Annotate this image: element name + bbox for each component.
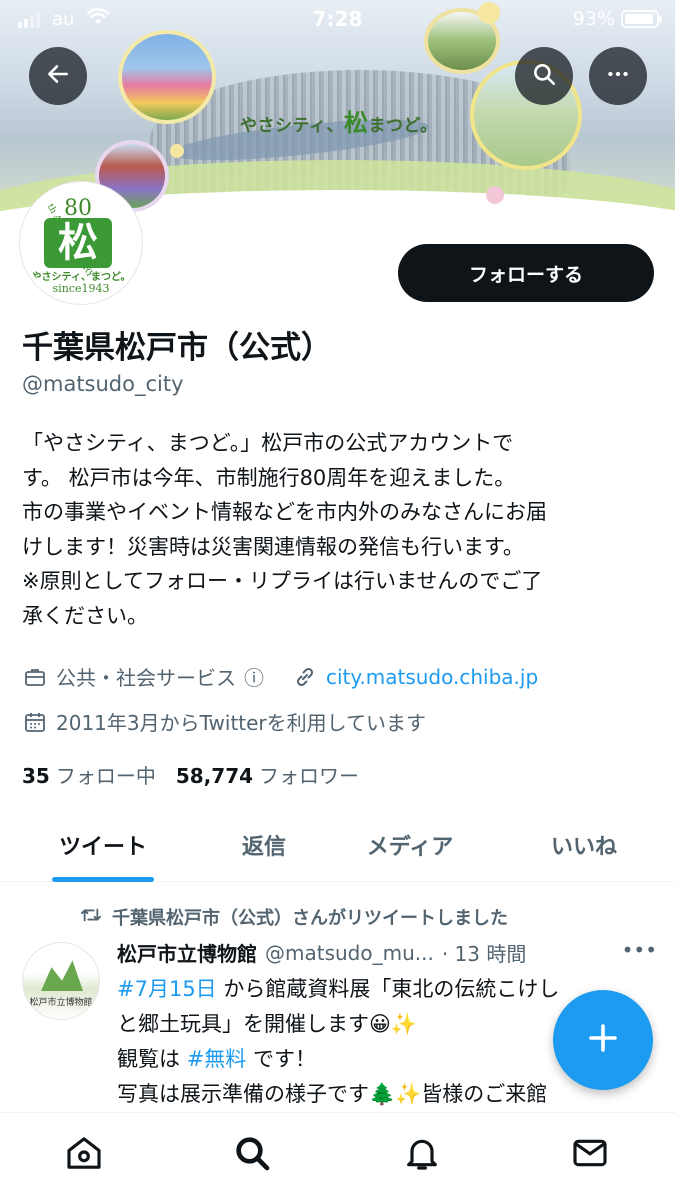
more-horizontal-icon [605, 61, 631, 91]
nav-messages[interactable] [568, 1133, 612, 1177]
bottom-navigation [0, 1112, 675, 1200]
tweet-time[interactable]: · 13 時間 [442, 938, 527, 967]
tweet-avatar-label: 松戸市立博物館 [29, 998, 93, 1008]
avatar-pine-kanji: 松 [44, 218, 112, 268]
banner-slogan-kanji: 松 [343, 109, 369, 137]
search-icon [232, 1133, 272, 1177]
banner-slogan-post: まつど。 [368, 116, 438, 136]
following-link[interactable]: 35 フォロー中 [22, 760, 156, 789]
banner-slogan: やさシティ、松まつど。 [240, 103, 438, 138]
compose-tweet-button[interactable] [553, 990, 653, 1090]
profile-joined-row: 2011年3月からTwitterを利用しています [22, 707, 426, 736]
retweet-notice[interactable]: 千葉県松戸市（公式）さんがリツイートしました [80, 904, 508, 930]
avatar-since: since1943 [52, 282, 110, 295]
more-options-button[interactable] [589, 47, 647, 105]
museum-logo-mark [41, 960, 83, 991]
tweet-text: です！ [246, 1047, 316, 1071]
profile-avatar[interactable]: 80 th ANNIVERSARY 松 やさシティ、まつど。 since1943 [20, 182, 142, 304]
profile-joined-date: 2011年3月からTwitterを利用しています [56, 711, 427, 735]
bio-line: ※原則としてフォロー・リプライは行いませんのでご了 [22, 569, 543, 593]
tweet-text: 観覧は [117, 1047, 187, 1071]
tweet-author-name[interactable]: 松戸市立博物館 [117, 938, 257, 967]
profile-category: 公共・社会サービス [56, 666, 236, 690]
profile-website-link[interactable]: city.matsudo.chiba.jp [326, 665, 538, 689]
followers-link[interactable]: 58,774 フォロワー [176, 760, 359, 789]
profile-tabs: ツイート 返信 メディア いいね [0, 808, 675, 882]
banner-dot [170, 144, 184, 158]
followers-label: フォロワー [259, 764, 360, 788]
tab-media[interactable]: メディア [340, 808, 480, 882]
following-count: 35 [22, 764, 50, 788]
battery-percent: 93% [572, 8, 615, 30]
retweet-notice-text: 千葉県松戸市（公式）さんがリツイートしました [112, 908, 508, 929]
bio-line: 承ください。 [22, 603, 148, 628]
bio-line: 「やさシティ、まつど。」松戸市の公式アカウントで [22, 431, 514, 455]
follow-button[interactable]: フォローする [398, 244, 654, 302]
link-icon [292, 664, 318, 690]
followers-count: 58,774 [175, 764, 254, 788]
hashtag-link[interactable]: #7月15日 [117, 977, 217, 1001]
arrow-left-icon [45, 61, 71, 91]
back-button[interactable] [29, 47, 87, 105]
profile-bio: 「やさシティ、まつど。」松戸市の公式アカウントで す。 松戸市は今年、市制施行8… [22, 426, 652, 633]
bio-line: す。 松戸市は今年、市制施行80周年を迎えました。 [22, 465, 516, 490]
profile-handle: @matsudo_city [22, 372, 184, 396]
tab-tweets[interactable]: ツイート [22, 808, 184, 882]
home-icon [64, 1133, 104, 1177]
plus-icon [585, 1020, 621, 1060]
briefcase-icon [22, 664, 48, 690]
following-label: フォロー中 [55, 764, 156, 788]
avatar-tagline: やさシティ、まつど。 [31, 272, 131, 283]
banner-dot [486, 186, 504, 204]
hashtag-link[interactable]: #無料 [187, 1047, 247, 1071]
tweet-header: 松戸市立博物館 @matsudo_mu... · 13 時間 ••• [117, 938, 657, 967]
status-bar: au 7:28 93% [0, 0, 675, 38]
follow-counts: 35 フォロー中 58,774 フォロワー [22, 760, 359, 789]
mail-icon [570, 1133, 610, 1177]
tweet-author-handle[interactable]: @matsudo_mu... [265, 941, 434, 965]
bell-icon [402, 1133, 442, 1177]
profile-meta-row: 公共・社会サービス ⓘ city.matsudo.chiba.jp [22, 662, 538, 691]
bio-line: けします！災害時は災害関連情報の発信も行います。 [22, 534, 524, 559]
bio-line: 市の事業やイベント情報などを市内外のみなさんにお届 [22, 500, 547, 524]
nav-search[interactable] [230, 1133, 274, 1177]
tab-likes[interactable]: いいね [514, 808, 654, 882]
search-button[interactable] [515, 47, 573, 105]
tweet-author-avatar[interactable]: 松戸市立博物館 [22, 942, 100, 1020]
retweet-icon [80, 905, 102, 930]
profile-display-name: 千葉県松戸市（公式） [22, 330, 332, 366]
tweet-more-button[interactable]: ••• [622, 938, 657, 962]
banner-slogan-pre: やさシティ、 [240, 116, 344, 136]
nav-notifications[interactable] [400, 1133, 444, 1177]
info-icon[interactable]: ⓘ [244, 662, 264, 691]
banner-photo-flowers [118, 30, 216, 124]
search-icon [531, 61, 557, 91]
battery-icon [621, 10, 662, 28]
calendar-icon [22, 709, 48, 735]
active-tab-indicator [52, 877, 154, 882]
tab-replies[interactable]: 返信 [200, 808, 328, 882]
nav-home[interactable] [62, 1133, 106, 1177]
tweet-text: から館蔵資料展「東北の伝統こけし [216, 977, 560, 1001]
